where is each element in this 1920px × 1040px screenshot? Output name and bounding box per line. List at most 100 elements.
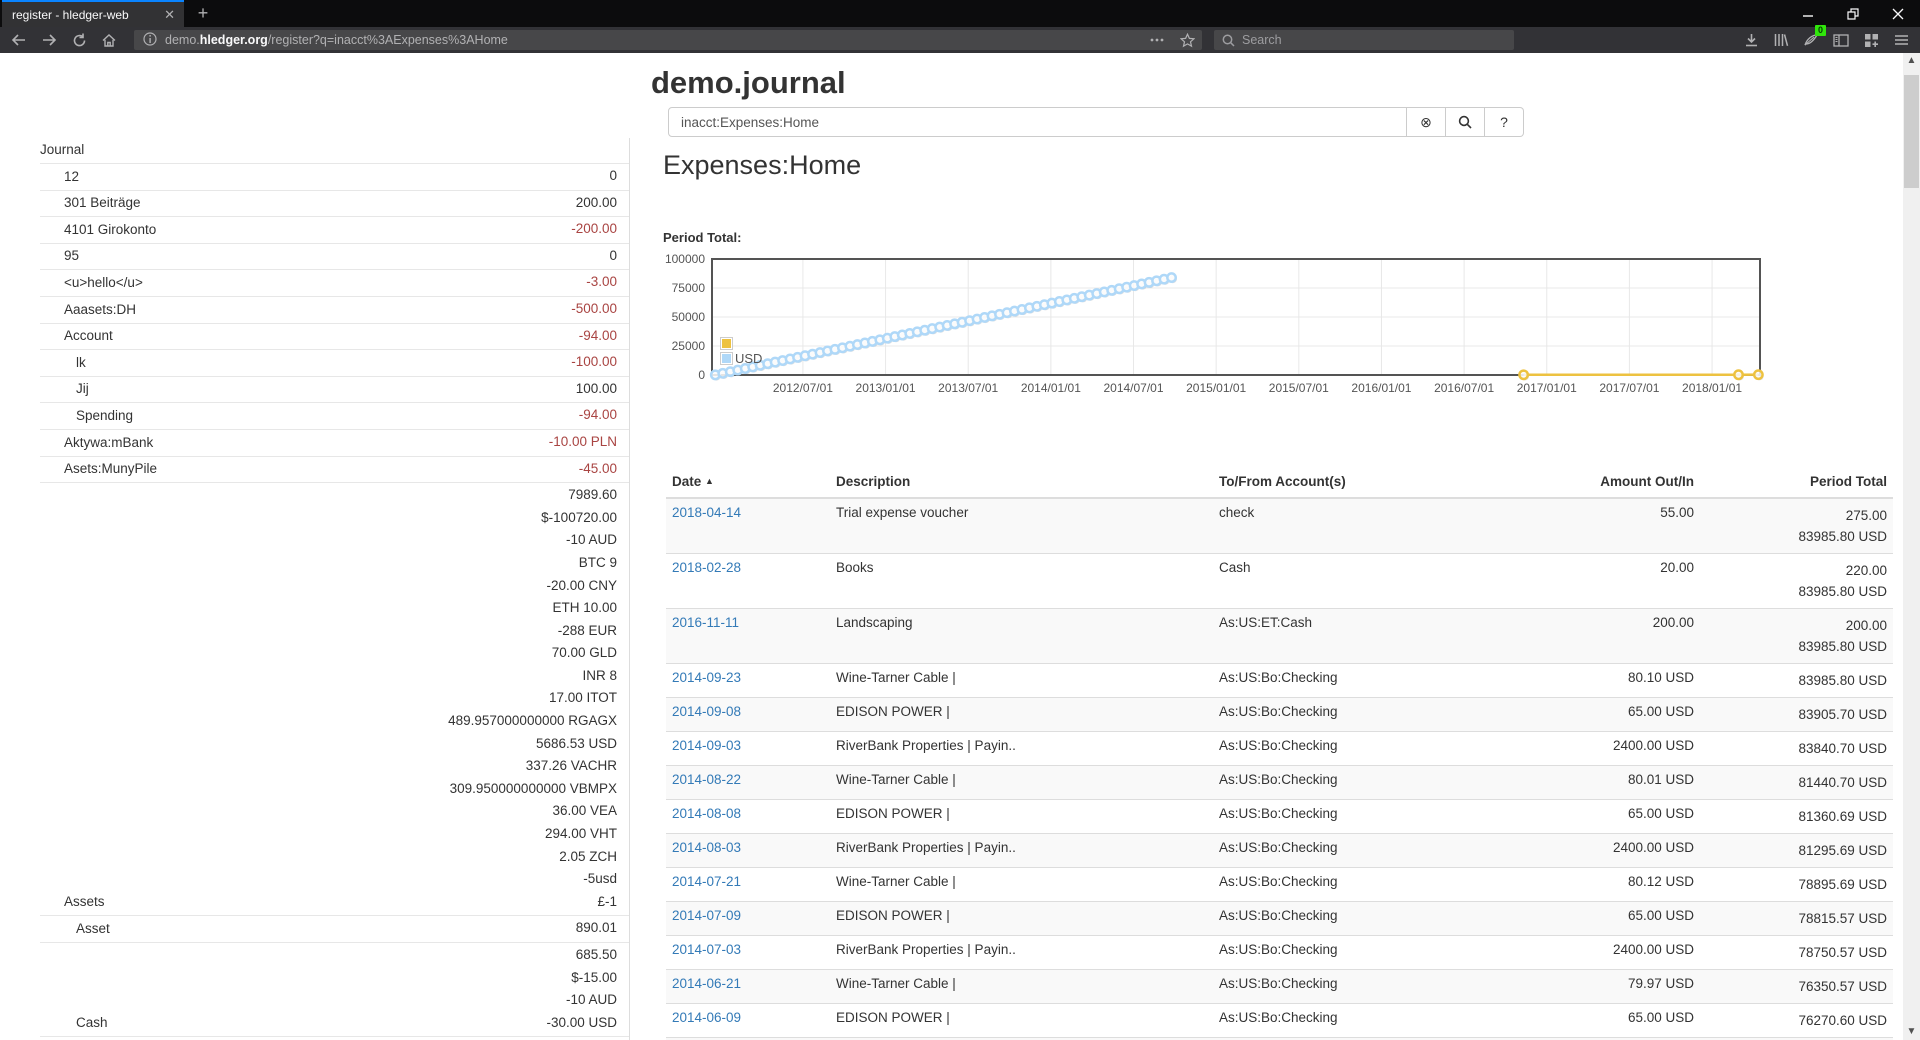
extensions-grid-button[interactable] [1856,29,1886,51]
tab-close-icon[interactable]: ✕ [155,7,184,23]
account-name-link[interactable]: Aaasets:DH [40,299,571,321]
account-balance: -45.00 [579,458,629,481]
column-header-account[interactable]: To/From Account(s) [1213,466,1479,498]
balance-amount: -10 AUD [546,989,617,1012]
transaction-description: Trial expense voucher [830,498,1213,554]
account-name-link[interactable]: Account [40,325,579,347]
account-name-link[interactable]: <u>hello</u> [40,272,586,294]
transaction-description: Wine-Tarner Cable | [830,868,1213,902]
period-total-amount: 275.0083985.80 USD [1700,498,1893,554]
account-name-link[interactable]: 4101 Girokonto [40,219,571,241]
account-name-link[interactable]: Aktywa:mBank [40,432,549,454]
column-header-description[interactable]: Description [830,466,1213,498]
account-name-link[interactable]: Journal [40,139,617,161]
column-header-date[interactable]: Date ▲ [666,466,830,498]
account-name-link[interactable]: 301 Beiträge [40,192,576,214]
window-minimize-button[interactable] [1785,0,1830,27]
sidebar-account-row: lk-100.00 [40,350,629,377]
browser-search-field[interactable]: Search [1214,30,1514,50]
transaction-date-link[interactable]: 2014-08-08 [672,806,741,821]
notes-extension-button[interactable]: 0 [1796,29,1826,51]
account-name-link[interactable]: 95 [40,245,609,267]
balance-amount: BTC 9 [448,552,617,575]
transaction-description: Wine-Tarner Cable | [830,766,1213,800]
library-button[interactable] [1766,29,1796,51]
browser-window: register - hledger-web ✕ + [0,0,1920,1040]
page-actions-icon[interactable] [1142,29,1172,51]
account-name-link[interactable]: Spending [40,405,579,427]
transaction-date-link[interactable]: 2018-04-14 [672,505,741,520]
transaction-date-link[interactable]: 2014-07-03 [672,942,741,957]
transaction-date-link[interactable]: 2014-08-03 [672,840,741,855]
svg-text:2015/01/01: 2015/01/01 [1186,381,1246,395]
site-info-icon[interactable] [134,32,165,49]
clear-query-button[interactable]: ⊗ [1407,107,1446,137]
balance-amount: 36.00 VEA [448,800,617,823]
library-icon [1773,33,1789,47]
column-header-amount[interactable]: Amount Out/In [1479,466,1700,498]
account-balance: 890.01 [576,917,629,940]
url-bar[interactable]: demo.hledger.org/register?q=inacct%3AExp… [134,30,1202,50]
scroll-down-arrow[interactable]: ▼ [1903,1024,1920,1040]
balance-amount: 890.01 [576,917,617,940]
account-name-link[interactable]: Asets:MunyPile [40,458,579,480]
browser-tab-active[interactable]: register - hledger-web ✕ [2,0,184,27]
svg-text:50000: 50000 [672,310,706,324]
search-submit-button[interactable] [1446,107,1485,137]
transaction-description: EDISON POWER | [830,800,1213,834]
account-name-link[interactable]: Assets [40,891,448,913]
back-button[interactable] [4,29,34,51]
bookmark-star-icon[interactable] [1172,29,1202,51]
transaction-date-link[interactable]: 2014-07-21 [672,874,741,889]
transaction-date-link[interactable]: 2014-06-09 [672,1010,741,1025]
transaction-date-link[interactable]: 2016-11-11 [672,615,739,630]
column-header-period-total[interactable]: Period Total [1700,466,1893,498]
transaction-amount: 20.00 [1479,554,1700,609]
legend-swatch [720,337,733,350]
sidebars-button[interactable] [1826,29,1856,51]
svg-text:25000: 25000 [672,339,706,353]
account-name-link[interactable]: Jij [40,378,576,400]
transaction-date-link[interactable]: 2014-07-09 [672,908,741,923]
chart-title: Period Total: [663,230,741,245]
register-row: 2016-11-11LandscapingAs:US:ET:Cash200.00… [666,609,1893,664]
account-name-link[interactable]: Cash [40,1012,546,1034]
menu-button[interactable] [1886,29,1916,51]
account-balance: -500.00 [571,298,629,321]
home-button[interactable] [94,29,124,51]
scroll-up-arrow[interactable]: ▲ [1903,53,1920,69]
transaction-amount: 2400.00 USD [1479,936,1700,970]
transaction-date-link[interactable]: 2014-09-08 [672,704,741,719]
transaction-account: As:US:ET:Cash [1213,609,1479,664]
balance-amount: $-100720.00 [448,507,617,530]
svg-text:0: 0 [698,368,705,382]
downloads-button[interactable] [1736,29,1766,51]
balance-amount: -100.00 [571,351,617,374]
balance-amount: $-15.00 [546,967,617,990]
transaction-date-link[interactable]: 2014-09-03 [672,738,741,753]
balance-amount: ETH 10.00 [448,597,617,620]
balance-amount: 309.950000000000 VBMPX [448,778,617,801]
download-icon [1744,33,1759,48]
new-tab-button[interactable]: + [188,0,218,27]
forward-button[interactable] [34,29,64,51]
transaction-date-link[interactable]: 2014-09-23 [672,670,741,685]
sidebar-account-row: Spending-94.00 [40,403,629,430]
search-help-button[interactable]: ? [1485,107,1524,137]
scrollbar-thumb[interactable] [1904,75,1919,188]
transaction-date-link[interactable]: 2014-06-21 [672,976,741,991]
account-name-link[interactable]: lk [40,352,571,374]
query-input[interactable] [668,107,1407,137]
account-name-link[interactable]: 12 [40,166,609,188]
window-close-button[interactable] [1875,0,1920,27]
transaction-date-link[interactable]: 2018-02-28 [672,560,741,575]
window-restore-button[interactable] [1830,0,1875,27]
register-row: 2014-09-03RiverBank Properties | Payin..… [666,732,1893,766]
reload-button[interactable] [64,29,94,51]
balance-amount: -94.00 [579,404,617,427]
page-scrollbar[interactable]: ▲ ▼ [1903,53,1920,1040]
sidebar-account-row: Jij100.00 [40,377,629,404]
account-name-link[interactable]: Asset [40,918,576,940]
transaction-date-link[interactable]: 2014-08-22 [672,772,741,787]
journal-title: demo.journal [651,65,846,101]
